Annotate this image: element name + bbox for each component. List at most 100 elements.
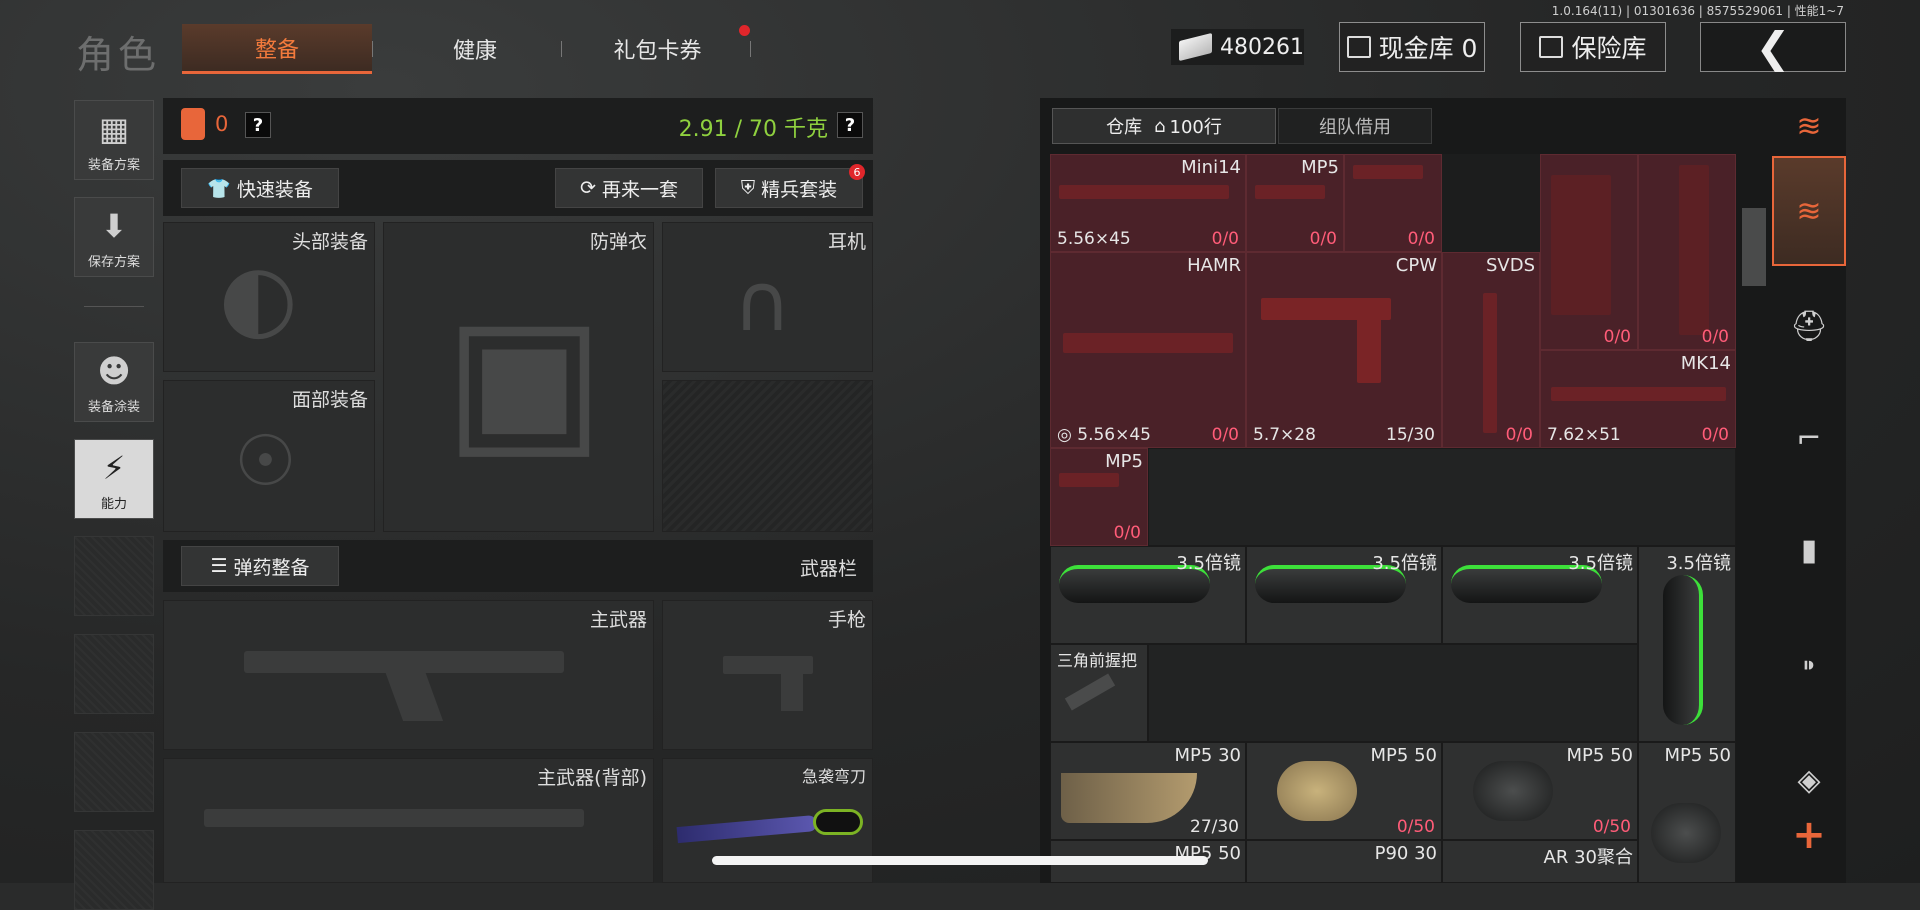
head-slot[interactable]: ◐ 头部装备 — [163, 222, 375, 372]
sidebar-abilities[interactable]: ⚡ 能力 — [74, 439, 154, 519]
item-drum-magazine[interactable]: MP5 50 — [1638, 742, 1736, 883]
pistol-grip-icon — [781, 671, 803, 711]
cash-icon — [1179, 32, 1213, 62]
armor-count: 0 — [215, 112, 229, 136]
sidebar-label: 装备方案 — [87, 158, 140, 173]
item-name: 3.5倍镜 — [1666, 553, 1731, 574]
item-name: MP5 50 — [1566, 745, 1633, 766]
headset-slot[interactable]: ∩ 耳机 — [662, 222, 873, 372]
scope-icon — [1663, 575, 1703, 725]
shirt-icon: 👕 — [207, 177, 231, 200]
cash-vault-button[interactable]: 现金库 0 — [1339, 22, 1485, 72]
item-mp5[interactable]: MP5 0/0 — [1246, 154, 1344, 252]
filter-rifle[interactable]: ⌐ — [1772, 388, 1846, 488]
top-bar: 1.0.164(11) | 01301636 | 8575529061 | 性能… — [0, 0, 1920, 82]
weight-help-button[interactable]: ? — [837, 112, 863, 138]
sidebar-label: 保存方案 — [87, 255, 140, 270]
item-svds[interactable]: SVDS 0/0 — [1442, 252, 1540, 448]
item-weapon[interactable]: 0/0 — [1344, 154, 1442, 252]
face-slot-label: 面部装备 — [291, 389, 368, 411]
back-weapon-slot[interactable]: 主武器(背部) — [163, 758, 654, 883]
item-scope[interactable]: 3.5倍镜 — [1050, 546, 1246, 644]
tab-warehouse[interactable]: 仓库 ⌂ 100行 — [1052, 108, 1276, 144]
rifle-icon: ⌐ — [1796, 420, 1822, 456]
elite-kit-button[interactable]: ⛨ 精兵套装 — [715, 168, 863, 208]
magazine-icon — [1357, 313, 1381, 383]
item-weapon[interactable]: 0/0 — [1638, 154, 1736, 350]
empty-cells — [1148, 448, 1736, 546]
item-caliber: ◎ 5.56×45 — [1057, 425, 1151, 445]
rifle-icon — [1551, 387, 1726, 401]
tab-equipment[interactable]: 整备 — [182, 24, 372, 74]
item-scope[interactable]: 3.5倍镜 — [1638, 546, 1736, 742]
loadout-actions: 👕 快速装备 ⟳ 再来一套 ⛨ 精兵套装 6 — [163, 160, 873, 216]
pistol-slot-label: 手枪 — [827, 609, 866, 631]
vest-icon: ▦ — [98, 110, 130, 148]
sidebar-divider — [84, 306, 144, 307]
tab-gift-vouchers[interactable]: 礼包卡券 — [565, 24, 750, 74]
item-magazine[interactable]: AR 30聚合 — [1442, 840, 1638, 883]
sidebar-empty-slot — [74, 634, 154, 714]
item-mp5[interactable]: MP5 0/0 — [1050, 448, 1148, 546]
head-slot-label: 头部装备 — [291, 231, 368, 253]
home-indicator — [712, 856, 1208, 865]
inventory-scrollbar[interactable] — [1742, 208, 1766, 286]
add-filter-button[interactable]: + — [1772, 810, 1846, 860]
add-icon: + — [1792, 812, 1826, 858]
item-hamr[interactable]: HAMR ◎ 5.56×45 0/0 — [1050, 252, 1246, 448]
item-count: 0/0 — [1505, 425, 1533, 445]
item-grip[interactable]: 三角前握把 — [1050, 644, 1148, 742]
filter-stack-down[interactable]: ≋ — [1772, 156, 1846, 266]
again-button[interactable]: ⟳ 再来一套 — [555, 168, 703, 208]
item-mini14[interactable]: Mini14 5.56×45 0/0 — [1050, 154, 1246, 252]
refresh-icon: ⟳ — [580, 177, 596, 199]
armor-vest-icon — [181, 108, 205, 140]
weapon-bar-label: 武器栏 — [799, 558, 857, 580]
filter-helmet[interactable]: ⛑ — [1772, 276, 1846, 376]
cash-vault-label: 现金库 0 — [1378, 34, 1478, 63]
tab-health[interactable]: 健康 — [380, 24, 570, 74]
primary-weapon-slot[interactable]: 主武器 — [163, 600, 654, 750]
item-scope[interactable]: 3.5倍镜 — [1442, 546, 1638, 644]
item-magazine[interactable]: MP5 30 27/30 — [1050, 742, 1246, 840]
item-count: 0/0 — [1309, 229, 1337, 249]
weapon-icon — [1353, 165, 1423, 179]
item-cpw[interactable]: CPW 5.7×28 15/30 — [1246, 252, 1442, 448]
item-drum-magazine[interactable]: MP5 50 0/50 — [1246, 742, 1442, 840]
sidebar-save-plan[interactable]: ⬇ 保存方案 — [74, 197, 154, 277]
headset-slot-label: 耳机 — [827, 231, 866, 253]
sidebar-equipment-skins[interactable]: ☻ 装备涂装 — [74, 342, 154, 422]
item-name: P90 30 — [1374, 843, 1437, 864]
filter-magazine[interactable]: ▮ — [1772, 500, 1846, 600]
tab-team-borrow[interactable]: 组队借用 — [1278, 108, 1432, 144]
tab-divider — [561, 41, 562, 57]
item-scope[interactable]: 3.5倍镜 — [1246, 546, 1442, 644]
primary-weapon-label: 主武器 — [589, 609, 647, 631]
ammo-equip-label: 弹药整备 — [233, 556, 310, 579]
drum-magazine-icon — [1651, 803, 1721, 863]
sidebar-label: 能力 — [100, 497, 127, 512]
tab-divider — [372, 41, 373, 57]
pistol-slot[interactable]: 手枪 — [662, 600, 873, 750]
warehouse-rows: 100行 — [1169, 117, 1222, 138]
sidebar-loadout-plans[interactable]: ▦ 装备方案 — [74, 100, 154, 180]
insurance-vault-button[interactable]: 保险库 — [1520, 22, 1666, 72]
ammo-equip-button[interactable]: ☰ 弹药整备 — [181, 546, 339, 586]
back-button[interactable]: ❮ — [1700, 22, 1846, 72]
vest-icon: ▣ — [444, 279, 605, 477]
weight-display: 2.91 / 70 千克 — [678, 117, 828, 142]
item-drum-magazine[interactable]: MP5 50 0/50 — [1442, 742, 1638, 840]
item-caliber: 5.7×28 — [1253, 425, 1316, 445]
drum-magazine-icon — [1473, 761, 1553, 821]
item-magazine[interactable]: P90 30 — [1246, 840, 1442, 883]
item-mk14[interactable]: MK14 7.62×51 0/0 — [1540, 350, 1736, 448]
quick-equip-button[interactable]: 👕 快速装备 — [181, 168, 339, 208]
body-armor-slot[interactable]: ▣ 防弹衣 — [383, 222, 654, 532]
filter-bullet[interactable]: ⁍ — [1772, 616, 1846, 716]
filter-stack-refresh[interactable]: ≋ — [1772, 100, 1846, 152]
weapon-icon — [1679, 165, 1709, 335]
armor-help-button[interactable]: ? — [245, 112, 271, 138]
bullet-icon: ⁍ — [1801, 648, 1817, 684]
face-slot[interactable]: ☉ 面部装备 — [163, 380, 375, 532]
item-weapon[interactable]: 0/0 — [1540, 154, 1638, 350]
